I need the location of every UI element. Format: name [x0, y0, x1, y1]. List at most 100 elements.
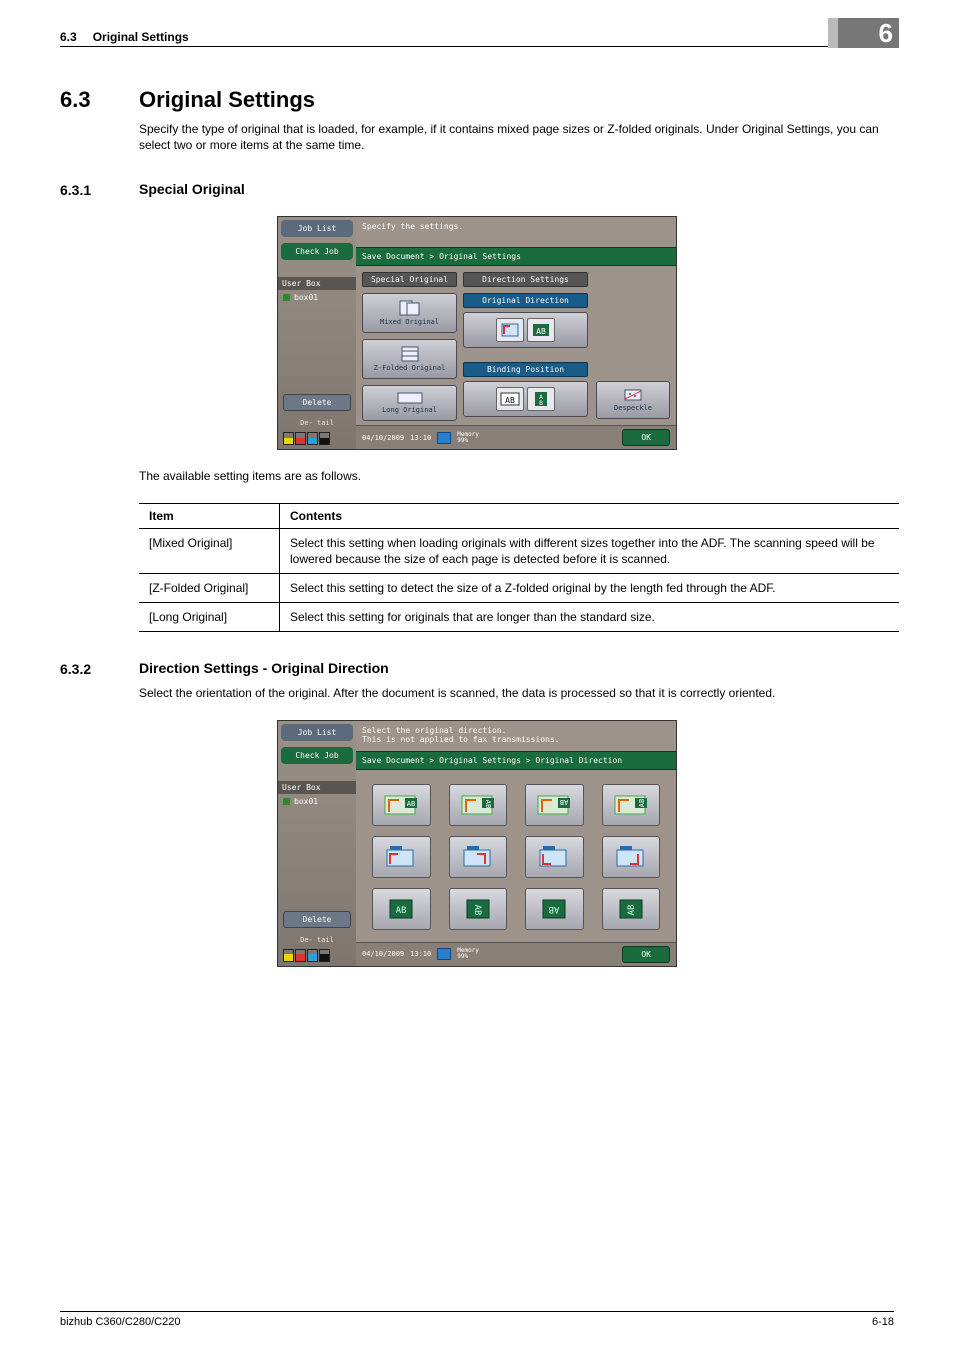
check-job-tab[interactable]: Check Job	[281, 243, 353, 260]
direction-option[interactable]: AB	[449, 784, 508, 826]
user-box-label: User Box	[278, 277, 356, 290]
mfp-screenshot-special-original: Job List Check Job User Box box01 Delete…	[277, 216, 677, 450]
status-memory-value: 99%	[457, 954, 479, 960]
footer-model: bizhub C360/C280/C220	[60, 1316, 180, 1328]
direction-option[interactable]: AB	[602, 784, 661, 826]
table-row: [Mixed Original] Select this setting whe…	[139, 528, 899, 573]
long-original-label: Long Original	[382, 406, 437, 414]
table-cell-contents: Select this setting to detect the size o…	[280, 573, 900, 602]
table-cell-item: [Mixed Original]	[139, 528, 280, 573]
binding-position-label: Binding Position	[463, 362, 588, 377]
table-intro: The available setting items are as follo…	[139, 468, 894, 484]
table-cell-contents: Select this setting when loading origina…	[280, 528, 900, 573]
table-header-contents: Contents	[280, 503, 900, 528]
message-bar: Select the original direction. This is n…	[356, 721, 676, 751]
direction-option[interactable]	[602, 836, 661, 878]
svg-text:AB: AB	[536, 327, 546, 336]
table-cell-contents: Select this setting for originals that a…	[280, 603, 900, 632]
direction-option[interactable]	[372, 836, 431, 878]
direction-option[interactable]: AB	[372, 784, 431, 826]
table-header-item: Item	[139, 503, 280, 528]
binding-position-button[interactable]: AB AB	[463, 381, 588, 417]
direction-option[interactable]	[525, 836, 584, 878]
page-header: 6.3 Original Settings	[60, 30, 894, 47]
page-footer: bizhub C360/C280/C220 6-18	[60, 1311, 894, 1328]
z-folded-original-button[interactable]: Z-Folded Original	[362, 339, 457, 379]
long-original-icon	[397, 392, 423, 404]
delete-button[interactable]: Delete	[283, 394, 351, 411]
original-direction-label: Original Direction	[463, 293, 588, 308]
table-cell-item: [Long Original]	[139, 603, 280, 632]
svg-text:AB: AB	[472, 904, 482, 915]
breadcrumb: Save Document > Original Settings > Orig…	[356, 751, 676, 770]
z-folded-label: Z-Folded Original	[374, 364, 446, 372]
mfp-screenshot-original-direction: Job List Check Job User Box box01 Delete…	[277, 720, 677, 967]
job-list-tab[interactable]: Job List	[281, 724, 353, 741]
svg-text:AB: AB	[396, 906, 407, 916]
direction-option[interactable]: AB	[372, 888, 431, 930]
header-sec-title: Original Settings	[93, 30, 189, 44]
svg-text:AB: AB	[638, 798, 646, 806]
delete-button[interactable]: Delete	[283, 911, 351, 928]
svg-text:AB: AB	[484, 799, 492, 807]
svg-text:AB: AB	[549, 904, 560, 914]
detail-button[interactable]: De- tail	[283, 419, 351, 427]
ok-button[interactable]: OK	[622, 946, 670, 963]
direction-settings-column-header: Direction Settings	[463, 272, 588, 287]
subsection-title: Direction Settings - Original Direction	[139, 660, 389, 677]
status-time: 13:10	[410, 950, 431, 958]
check-job-tab[interactable]: Check Job	[281, 747, 353, 764]
panel-sidebar: Job List Check Job User Box box01 Delete…	[278, 721, 356, 966]
chapter-tab: 6	[838, 18, 899, 48]
ok-button[interactable]: OK	[622, 429, 670, 446]
status-memory-value: 99%	[457, 438, 479, 444]
svg-text:AB: AB	[627, 904, 637, 915]
user-box-item[interactable]: box01	[278, 794, 356, 809]
user-box-label: User Box	[278, 781, 356, 794]
status-icon	[437, 948, 451, 960]
subsection-number: 6.3.2	[60, 660, 115, 677]
subsection-title: Special Original	[139, 181, 245, 198]
section-intro: Specify the type of original that is loa…	[139, 121, 894, 153]
svg-text:AB: AB	[505, 396, 515, 405]
settings-table: Item Contents [Mixed Original] Select th…	[139, 503, 899, 633]
status-time: 13:10	[410, 434, 431, 442]
status-date: 04/10/2009	[362, 434, 404, 442]
message-bar: Specify the settings.	[356, 217, 676, 247]
section-number: 6.3	[60, 87, 115, 113]
despeckle-button[interactable]: Despeckle	[596, 381, 670, 419]
despeckle-icon	[622, 388, 644, 402]
binding-ab-stacked-icon: AB	[527, 387, 555, 411]
mixed-original-button[interactable]: Mixed Original	[362, 293, 457, 333]
mixed-original-label: Mixed Original	[380, 318, 439, 326]
direction-option[interactable]	[449, 836, 508, 878]
svg-text:AB: AB	[560, 798, 568, 806]
direction-option[interactable]: AB	[525, 784, 584, 826]
binding-ab-icon: AB	[496, 387, 524, 411]
orientation-icon	[496, 318, 524, 342]
footer-page-number: 6-18	[872, 1316, 894, 1328]
detail-button[interactable]: De- tail	[283, 936, 351, 944]
long-original-button[interactable]: Long Original	[362, 385, 457, 421]
section-title: Original Settings	[139, 87, 315, 113]
job-list-tab[interactable]: Job List	[281, 220, 353, 237]
table-row: [Long Original] Select this setting for …	[139, 603, 899, 632]
svg-text:B: B	[539, 400, 543, 407]
original-direction-button[interactable]: AB	[463, 312, 588, 348]
direction-option[interactable]: AB	[525, 888, 584, 930]
toner-indicator	[278, 947, 356, 966]
user-box-item[interactable]: box01	[278, 290, 356, 305]
direction-option[interactable]: AB	[602, 888, 661, 930]
subsection-number: 6.3.1	[60, 181, 115, 198]
direction-option[interactable]: AB	[449, 888, 508, 930]
despeckle-label: Despeckle	[614, 404, 652, 412]
status-date: 04/10/2009	[362, 950, 404, 958]
breadcrumb: Save Document > Original Settings	[356, 247, 676, 266]
special-original-column-header: Special Original	[362, 272, 457, 287]
subsection-intro: Select the orientation of the original. …	[139, 685, 894, 701]
table-row: [Z-Folded Original] Select this setting …	[139, 573, 899, 602]
z-folded-icon	[399, 346, 421, 362]
panel-sidebar: Job List Check Job User Box box01 Delete…	[278, 217, 356, 449]
svg-text:AB: AB	[407, 800, 415, 808]
table-cell-item: [Z-Folded Original]	[139, 573, 280, 602]
